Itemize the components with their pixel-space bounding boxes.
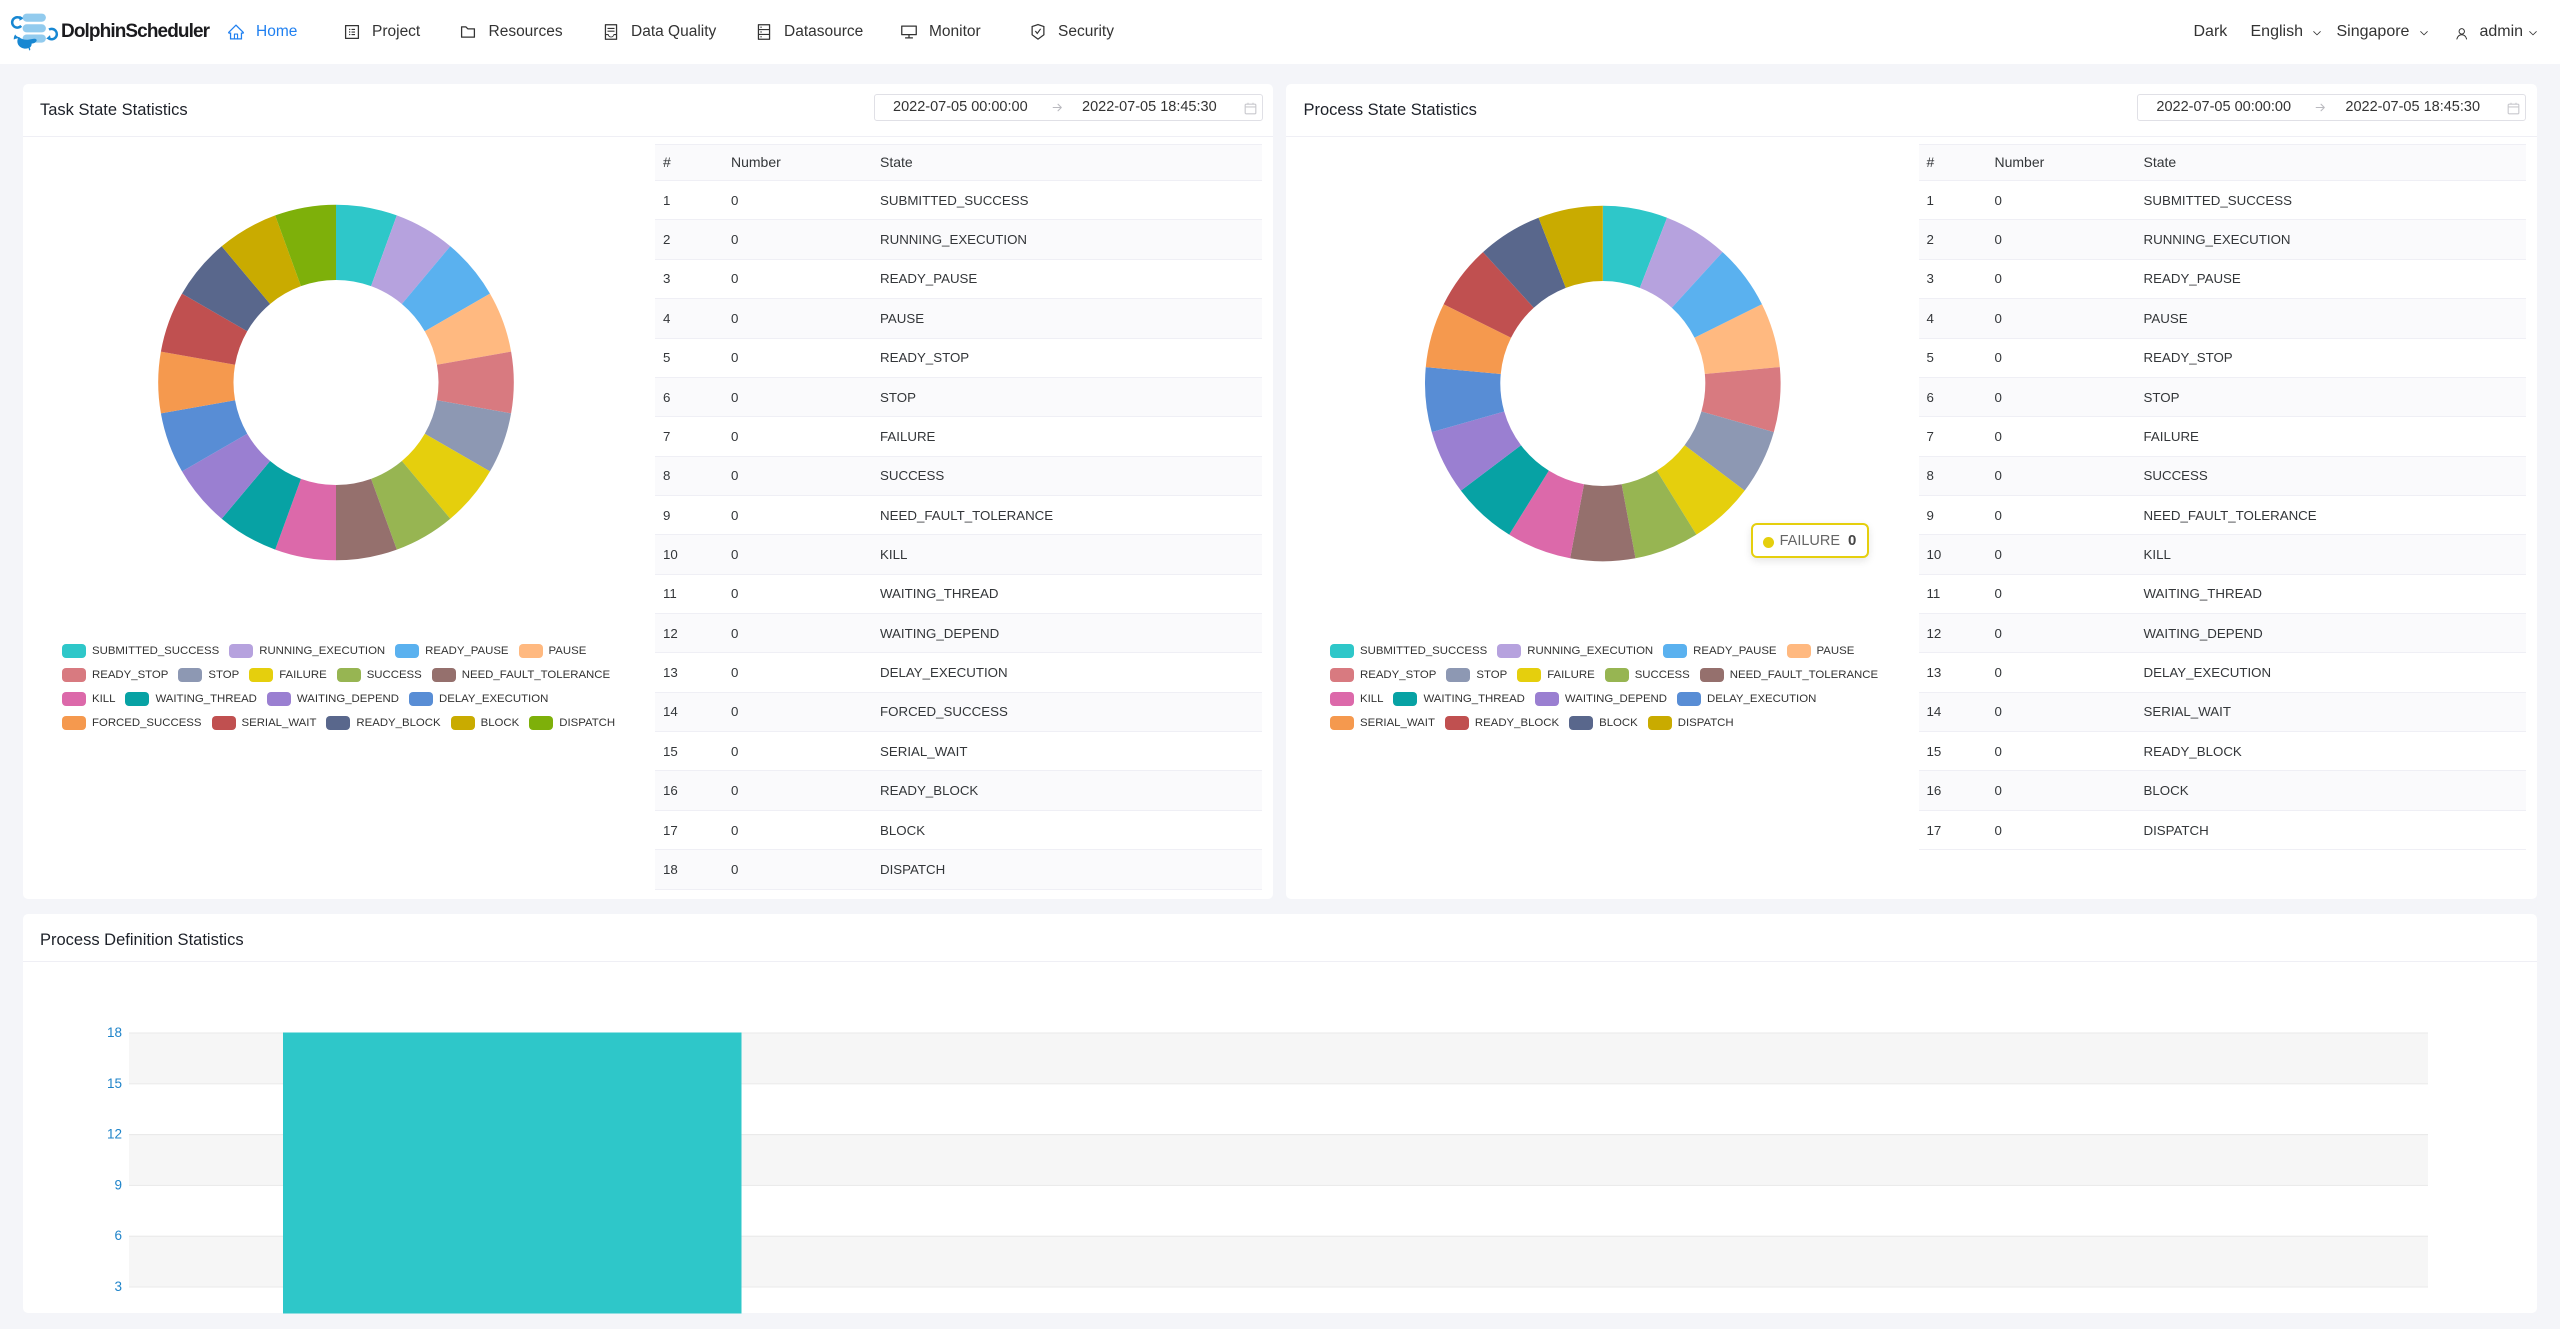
svg-text:9: 9 bbox=[114, 1177, 122, 1192]
svg-text:6: 6 bbox=[114, 1228, 122, 1243]
svg-text:12: 12 bbox=[107, 1127, 122, 1142]
svg-text:18: 18 bbox=[107, 1025, 122, 1040]
svg-text:3: 3 bbox=[114, 1279, 122, 1294]
svg-text:15: 15 bbox=[107, 1076, 122, 1091]
